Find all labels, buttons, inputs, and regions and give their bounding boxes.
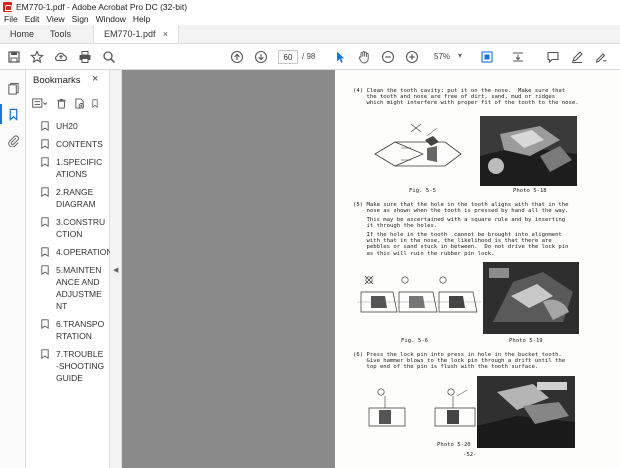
bookmark-label: 6.TRANSPORTATION [56,319,105,341]
attachment-icon[interactable] [5,132,21,148]
fig-5-5-caption: Fig. 5-5 [409,188,436,194]
menu-bar: File Edit View Sign Window Help [0,13,620,25]
fill-sign-icon[interactable] [593,49,609,65]
bookmarks-panel: Bookmarks × UH20 CONTENTS 1.SPECIFICATIO… [26,70,113,468]
bookmark-icon [41,187,49,197]
options-menu-icon[interactable] [32,97,49,111]
chevron-down-icon[interactable]: ▾ [458,51,462,60]
bookmark-label: 7.TROUBLE-SHOOTING GUIDE [56,349,105,383]
bookmark-icon [41,247,49,257]
fig-lock-pin-drawing [368,388,476,427]
photo-5-19-caption: Photo 5-19 [509,338,543,344]
toolbar: 60 / 98 57% ▾ [0,44,620,70]
page-number: -52- [463,452,477,458]
previous-page-icon[interactable] [229,49,245,65]
close-icon[interactable]: × [163,29,168,39]
delete-bookmark-icon[interactable] [56,98,67,111]
menu-edit[interactable]: Edit [25,14,40,24]
step-5-text-b: This may be ascertained with a square ru… [366,217,566,230]
menu-file[interactable]: File [4,14,18,24]
bookmarks-toolbar [32,96,110,112]
tab-document[interactable]: EM770-1.pdf × [93,25,179,43]
search-icon[interactable] [101,49,117,65]
window-title: EM770-1.pdf - Adobe Acrobat Pro DC (32-b… [16,1,188,12]
acrobat-logo-icon [3,1,12,12]
step-5-text-c: If the hole in the tooth cannot be broug… [366,232,569,257]
tab-document-label: EM770-1.pdf [104,29,156,39]
photo-5-20 [477,376,575,448]
new-bookmark-icon[interactable] [74,97,85,111]
bookmark-icon [41,217,49,227]
bookmark-maintenance[interactable]: 5.MAINTENANCE AND ADJUSTMENT [26,264,106,312]
page-total: / 98 [302,52,316,61]
zoom-out-icon[interactable] [380,49,396,65]
expand-bookmark-icon[interactable] [92,98,98,111]
bookmark-label: 2.RANGE DIAGRAM [56,187,96,209]
bookmark-panel-icon[interactable] [0,104,21,124]
tab-home[interactable]: Home [0,25,40,43]
tab-bar: Home Tools EM770-1.pdf × [0,25,620,44]
bookmark-icon [41,319,49,329]
page-number-input[interactable]: 60 [278,50,298,64]
photo-5-20-caption: Photo 5-20 [437,442,471,448]
collapse-panel-icon[interactable]: ◀ [113,266,118,274]
left-rail [0,70,26,468]
zoom-level[interactable]: 57% [434,52,450,61]
bookmark-label: UH20 [56,121,78,131]
bookmark-specifications[interactable]: 1.SPECIFICATIONS [26,156,106,180]
bookmarks-list: UH20 CONTENTS 1.SPECIFICATIONS 2.RANGE D… [26,120,113,390]
bookmark-label: 5.MAINTENANCE AND ADJUSTMENT [56,265,102,311]
bookmark-label: CONTENTS [56,139,103,149]
bookmark-label: 1.SPECIFICATIONS [56,157,103,179]
tab-tools[interactable]: Tools [40,25,93,43]
bookmark-icon [41,121,49,131]
pages-thumbnail-icon[interactable] [5,80,21,96]
panel-splitter[interactable]: ◀ [110,70,122,468]
comment-icon[interactable] [545,49,561,65]
fig-5-5-drawing [374,123,462,167]
bookmark-range-diagram[interactable]: 2.RANGE DIAGRAM [26,186,106,210]
pdf-page: (4) Clean the tooth cavity; put it on th… [335,70,620,468]
bookmarks-title: Bookmarks [33,75,81,86]
zoom-in-icon[interactable] [404,49,420,65]
hand-tool-icon[interactable] [356,49,372,65]
bookmark-icon [41,139,49,149]
pen-icon[interactable] [569,49,585,65]
bookmark-star-icon[interactable] [29,49,45,65]
bookmark-icon [41,157,49,167]
bookmark-operation[interactable]: 4.OPERATION [26,246,113,258]
bookmark-transportation[interactable]: 6.TRANSPORTATION [26,318,106,342]
step-5-text-a: (5) Make sure that the hole in the tooth… [353,202,569,215]
bookmark-contents[interactable]: CONTENTS [26,138,110,150]
document-viewport[interactable]: (4) Clean the tooth cavity; put it on th… [122,70,620,468]
bookmark-icon [41,349,49,359]
select-cursor-icon[interactable] [332,49,348,65]
photo-5-18-caption: Photo 5-18 [513,188,547,194]
scroll-mode-icon[interactable] [510,49,526,65]
bookmark-icon [41,265,49,275]
menu-view[interactable]: View [46,14,64,24]
close-icon[interactable]: × [92,73,98,85]
fit-page-icon[interactable] [479,49,495,65]
bookmark-construction[interactable]: 3.CONSTRUCTION [26,216,106,240]
fig-5-6-caption: Fig. 5-6 [401,338,428,344]
title-bar: EM770-1.pdf - Adobe Acrobat Pro DC (32-b… [0,0,620,13]
photo-5-19 [483,262,579,334]
bookmark-label: 3.CONSTRUCTION [56,217,106,239]
save-icon[interactable] [6,49,22,65]
upload-cloud-icon[interactable] [53,49,69,65]
bookmark-label: 4.OPERATION [56,247,113,257]
next-page-icon[interactable] [253,49,269,65]
menu-sign[interactable]: Sign [72,14,89,24]
photo-5-18 [480,116,577,186]
bookmark-trouble-shooting[interactable]: 7.TROUBLE-SHOOTING GUIDE [26,348,106,384]
step-4-text: (4) Clean the tooth cavity; put it on th… [353,88,579,107]
print-icon[interactable] [77,49,93,65]
menu-window[interactable]: Window [96,14,126,24]
fig-5-6-drawing [357,275,481,313]
bookmark-uh20[interactable]: UH20 [26,120,110,132]
menu-help[interactable]: Help [133,14,150,24]
step-6-text: (6) Press the lock pin into press in hol… [353,352,566,371]
